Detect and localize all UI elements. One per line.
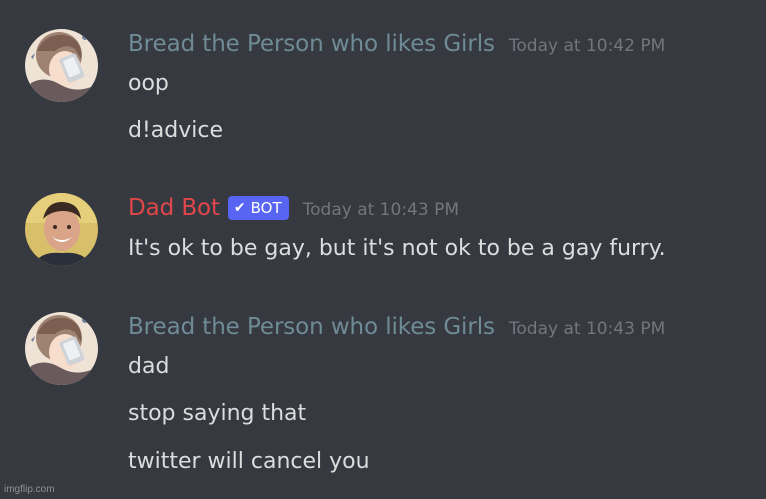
- message-text: stop saying that: [128, 401, 307, 426]
- author-name[interactable]: Bread the Person who likes Girls: [128, 314, 495, 340]
- author-name[interactable]: Bread the Person who likes Girls: [128, 31, 495, 57]
- message-header: Bread the Person who likes Girls Today a…: [128, 314, 665, 340]
- bot-tag-label: BOT: [250, 199, 282, 217]
- message-text: dad: [128, 354, 170, 379]
- watermark: imgflip.com: [4, 484, 55, 495]
- user-avatar[interactable]: [25, 312, 98, 385]
- timestamp[interactable]: Today at 10:43 PM: [303, 200, 459, 220]
- bot-avatar[interactable]: [25, 193, 98, 266]
- message-text: d!advice: [128, 118, 223, 143]
- anime-avatar-icon: [25, 312, 98, 385]
- bot-tag: ✔ BOT: [227, 196, 289, 220]
- timestamp[interactable]: Today at 10:43 PM: [509, 319, 665, 339]
- checkmark-icon: ✔: [233, 200, 246, 216]
- anime-avatar-icon: [25, 29, 98, 102]
- man-photo-avatar-icon: [25, 193, 98, 266]
- message-text: It's ok to be gay, but it's not ok to be…: [128, 236, 666, 261]
- message-text: twitter will cancel you: [128, 449, 370, 474]
- message-text: oop: [128, 71, 169, 96]
- user-avatar[interactable]: [25, 29, 98, 102]
- author-name[interactable]: Dad Bot: [128, 195, 220, 221]
- timestamp[interactable]: Today at 10:42 PM: [509, 36, 665, 56]
- message-header: Bread the Person who likes Girls Today a…: [128, 31, 665, 57]
- message-header: Dad Bot ✔ BOT Today at 10:43 PM: [128, 195, 459, 223]
